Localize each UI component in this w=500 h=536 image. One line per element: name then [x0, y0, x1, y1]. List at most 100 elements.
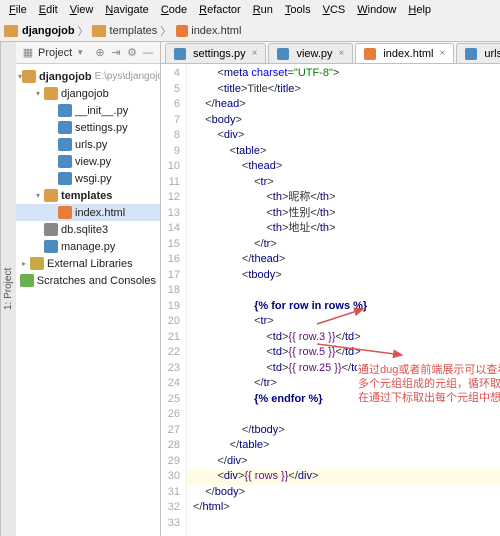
sidebar-header: ▦ Project ▼ ⊕ ⇥ ⚙ — — [16, 42, 160, 64]
tab-settings-py[interactable]: settings.py × — [165, 43, 266, 63]
close-icon[interactable]: × — [339, 48, 345, 59]
tree-label: djangojob — [39, 71, 92, 83]
py-icon — [58, 121, 72, 134]
menu-vcs[interactable]: VCS — [318, 2, 351, 18]
tree-item-urls-py[interactable]: urls.py — [16, 136, 160, 153]
menu-help[interactable]: Help — [403, 2, 436, 18]
code-line-20[interactable]: <tr> — [193, 314, 500, 330]
close-icon[interactable]: × — [440, 48, 446, 59]
dir-icon — [44, 189, 58, 202]
menu-edit[interactable]: Edit — [34, 2, 63, 18]
tree-twisty-icon[interactable] — [18, 259, 30, 268]
lib-icon — [30, 257, 44, 270]
code-line-13[interactable]: <th>性别</th> — [193, 206, 500, 222]
tree-item-djangojob[interactable]: djangojobE:\pys\djangojob — [16, 68, 160, 85]
code-line-30[interactable]: <div>{{ rows }}</div> — [187, 469, 500, 485]
code-line-10[interactable]: <thead> — [193, 159, 500, 175]
tree-item-wsgi-py[interactable]: wsgi.py — [16, 170, 160, 187]
py-icon — [58, 104, 72, 117]
hide-icon[interactable]: — — [142, 47, 154, 59]
tree-twisty-icon[interactable] — [32, 191, 44, 200]
code-line-31[interactable]: </body> — [193, 485, 500, 501]
gear-icon[interactable]: ⚙ — [126, 47, 138, 59]
breadcrumb-file[interactable]: index.html — [191, 25, 241, 37]
chevron-down-icon[interactable]: ▼ — [76, 48, 84, 57]
target-icon[interactable]: ⊕ — [94, 47, 106, 59]
tree-item-External-Libraries[interactable]: External Libraries — [16, 255, 160, 272]
code-line-7[interactable]: <body> — [193, 113, 500, 129]
html-icon — [364, 48, 376, 60]
menu-run[interactable]: Run — [248, 2, 278, 18]
tree-label: templates — [61, 190, 112, 202]
menu-navigate[interactable]: Navigate — [100, 2, 153, 18]
code-line-29[interactable]: </div> — [193, 454, 500, 470]
html-icon — [58, 206, 72, 219]
tree-label: db.sqlite3 — [61, 224, 108, 236]
tree-label: index.html — [75, 207, 125, 219]
tab-label: urls.py — [484, 48, 500, 60]
sidebar-title[interactable]: Project — [38, 47, 72, 59]
tree-item-manage-py[interactable]: manage.py — [16, 238, 160, 255]
breadcrumb-project[interactable]: djangojob — [22, 25, 75, 37]
tab-urls-py[interactable]: urls.py× — [456, 43, 500, 63]
py-icon — [44, 240, 58, 253]
menu-code[interactable]: Code — [156, 2, 192, 18]
tree-twisty-icon[interactable] — [32, 89, 44, 98]
tree-item-__init__-py[interactable]: __init__.py — [16, 102, 160, 119]
breadcrumb: djangojob 〉 templates 〉 index.html — [0, 20, 500, 42]
folder-icon — [92, 25, 106, 37]
code-line-16[interactable]: </thead> — [193, 252, 500, 268]
code-line-18[interactable] — [193, 283, 500, 299]
code-editor[interactable]: 4567891011121314151617181920212223242526… — [161, 64, 500, 536]
code-line-22[interactable]: <td>{{ row.5 }}</td> — [193, 345, 500, 361]
menu-tools[interactable]: Tools — [280, 2, 316, 18]
code-line-14[interactable]: <th>地址</th> — [193, 221, 500, 237]
code-line-26[interactable] — [193, 407, 500, 423]
code-line-6[interactable]: </head> — [193, 97, 500, 113]
code-line-32[interactable]: </html> — [193, 500, 500, 516]
project-tool-label[interactable]: 1: Project — [0, 42, 16, 536]
close-icon[interactable]: × — [252, 48, 258, 59]
py-icon — [465, 48, 477, 60]
code-line-28[interactable]: </table> — [193, 438, 500, 454]
tab-index-html[interactable]: index.html × — [355, 43, 454, 63]
code-line-5[interactable]: <title>Title</title> — [193, 82, 500, 98]
code-line-12[interactable]: <th>昵称</th> — [193, 190, 500, 206]
project-icon: ▦ — [22, 47, 34, 59]
menu-view[interactable]: View — [65, 2, 99, 18]
tree-item-index-html[interactable]: index.html — [16, 204, 160, 221]
code-line-8[interactable]: <div> — [193, 128, 500, 144]
code-line-15[interactable]: </tr> — [193, 237, 500, 253]
py-icon — [58, 155, 72, 168]
tab-label: settings.py — [193, 48, 246, 60]
tree-label: djangojob — [61, 88, 109, 100]
code-line-11[interactable]: <tr> — [193, 175, 500, 191]
collapse-icon[interactable]: ⇥ — [110, 47, 122, 59]
code-line-17[interactable]: <tbody> — [193, 268, 500, 284]
tree-item-Scratches-and-Consoles[interactable]: Scratches and Consoles — [16, 272, 160, 289]
menu-bar: FileEditViewNavigateCodeRefactorRunTools… — [0, 0, 500, 20]
tree-item-djangojob[interactable]: djangojob — [16, 85, 160, 102]
dir-icon — [22, 70, 36, 83]
code-line-27[interactable]: </tbody> — [193, 423, 500, 439]
tree-item-db-sqlite3[interactable]: db.sqlite3 — [16, 221, 160, 238]
tab-view-py[interactable]: view.py× — [268, 43, 353, 63]
tree-item-settings-py[interactable]: settings.py — [16, 119, 160, 136]
tree-label: __init__.py — [75, 105, 128, 117]
tree-item-templates[interactable]: templates — [16, 187, 160, 204]
annotation-comment: 通过dug或者前端展示可以查看rows是由 多个元组组成的元组，循环取出每个元组… — [357, 362, 500, 406]
menu-refactor[interactable]: Refactor — [194, 2, 246, 18]
code-line-21[interactable]: <td>{{ row.3 }}</td> — [193, 330, 500, 346]
tree-item-view-py[interactable]: view.py — [16, 153, 160, 170]
menu-file[interactable]: File — [4, 2, 32, 18]
code-line-19[interactable]: {% for row in rows %} — [193, 299, 500, 315]
menu-window[interactable]: Window — [352, 2, 401, 18]
db-icon — [44, 223, 58, 236]
code-source[interactable]: <meta charset="UTF-8"> <title>Title</tit… — [187, 64, 500, 536]
breadcrumb-folder[interactable]: templates — [110, 25, 158, 37]
code-line-33[interactable] — [193, 516, 500, 532]
tab-label: index.html — [383, 48, 433, 60]
code-line-4[interactable]: <meta charset="UTF-8"> — [193, 66, 500, 82]
project-tree: djangojobE:\pys\djangojobdjangojob__init… — [16, 64, 160, 293]
code-line-9[interactable]: <table> — [193, 144, 500, 160]
